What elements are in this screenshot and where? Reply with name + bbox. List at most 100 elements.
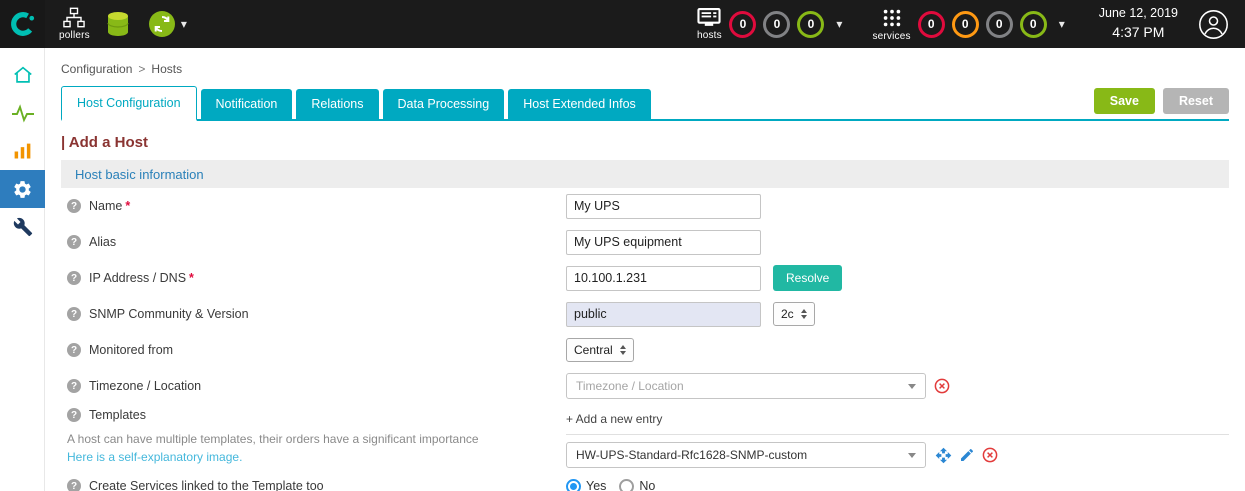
- breadcrumb-hosts[interactable]: Hosts: [151, 62, 182, 76]
- template-edit-button[interactable]: [959, 447, 975, 463]
- tab-host-extended-infos[interactable]: Host Extended Infos: [508, 89, 651, 119]
- main-content: Configuration > Hosts Host Configuration…: [45, 48, 1245, 491]
- add-template-link[interactable]: + Add a new entry: [566, 412, 662, 426]
- create-services-no-label[interactable]: No: [639, 479, 655, 491]
- hosts-down-badge[interactable]: 0: [729, 11, 756, 38]
- hosts-menu[interactable]: hosts: [696, 8, 722, 41]
- create-services-yes-radio[interactable]: [566, 479, 581, 491]
- hosts-icon: [696, 8, 722, 28]
- monitored-from-select[interactable]: Central: [566, 338, 634, 362]
- breadcrumb-configuration[interactable]: Configuration: [61, 62, 132, 76]
- form-row-templates: ? Templates A host can have multiple tem…: [61, 404, 1229, 468]
- snmp-label: SNMP Community & Version: [89, 307, 249, 321]
- create-services-label: Create Services linked to the Template t…: [89, 479, 324, 491]
- services-icon: [881, 7, 903, 29]
- create-services-yes-label[interactable]: Yes: [586, 479, 606, 491]
- clock-date: June 12, 2019: [1099, 5, 1178, 23]
- create-services-no-radio[interactable]: [619, 479, 634, 491]
- topbar-right: hosts 0 0 0 ▾ services 0 0 0 0 ▾ June: [696, 5, 1245, 42]
- help-icon[interactable]: ?: [67, 271, 81, 285]
- services-critical-badge[interactable]: 0: [918, 11, 945, 38]
- breadcrumb-separator: >: [138, 62, 145, 76]
- form-actions: Save Reset: [1094, 88, 1229, 119]
- help-icon[interactable]: ?: [67, 307, 81, 321]
- help-icon[interactable]: ?: [67, 408, 81, 422]
- hosts-unreachable-badge[interactable]: 0: [763, 11, 790, 38]
- help-icon[interactable]: ?: [67, 343, 81, 357]
- chevron-down-icon[interactable]: ▾: [1059, 18, 1065, 30]
- add-entry-row: + Add a new entry: [566, 408, 1229, 435]
- services-warning-badge[interactable]: 0: [952, 11, 979, 38]
- centreon-logo-icon: [9, 10, 37, 38]
- templates-help-link[interactable]: Here is a self-explanatory image.: [67, 450, 242, 466]
- pollers-menu[interactable]: pollers: [59, 7, 90, 41]
- services-status-group: services 0 0 0 0 ▾: [872, 7, 1064, 42]
- help-icon[interactable]: ?: [67, 379, 81, 393]
- tab-data-processing[interactable]: Data Processing: [383, 89, 505, 119]
- sidebar-item-monitoring[interactable]: [0, 94, 45, 132]
- template-combobox[interactable]: HW-UPS-Standard-Rfc1628-SNMP-custom: [566, 442, 926, 468]
- clear-circle-icon: [982, 447, 998, 463]
- sidebar-item-home[interactable]: [0, 56, 45, 94]
- form-row-snmp: ? SNMP Community & Version 2c: [61, 296, 1229, 332]
- snmp-community-input[interactable]: [566, 302, 761, 327]
- help-icon[interactable]: ?: [67, 199, 81, 213]
- templates-note: A host can have multiple templates, thei…: [67, 432, 479, 448]
- alias-input[interactable]: [566, 230, 761, 255]
- chevron-down-icon[interactable]: ▾: [836, 18, 842, 30]
- chevron-down-icon: [908, 453, 916, 458]
- database-status[interactable]: [106, 11, 130, 37]
- monitored-from-value: Central: [574, 343, 613, 357]
- required-asterisk: *: [125, 199, 130, 213]
- user-icon: [1198, 9, 1229, 40]
- centreon-logo[interactable]: [0, 0, 45, 48]
- services-ok-badge[interactable]: 0: [1020, 11, 1047, 38]
- template-entry: HW-UPS-Standard-Rfc1628-SNMP-custom: [566, 442, 1229, 468]
- hosts-up-badge[interactable]: 0: [797, 11, 824, 38]
- form-row-name: ? Name*: [61, 188, 1229, 224]
- templates-label: Templates: [89, 408, 146, 422]
- timezone-clear-button[interactable]: [934, 378, 950, 394]
- sync-status[interactable]: ▾: [148, 10, 187, 38]
- user-menu[interactable]: [1198, 9, 1229, 40]
- resolve-button[interactable]: Resolve: [773, 265, 842, 291]
- help-icon[interactable]: ?: [67, 479, 81, 491]
- template-value: HW-UPS-Standard-Rfc1628-SNMP-custom: [576, 448, 807, 462]
- ip-label: IP Address / DNS*: [89, 271, 194, 285]
- timezone-combobox[interactable]: Timezone / Location: [566, 373, 926, 399]
- tab-host-configuration[interactable]: Host Configuration: [61, 86, 197, 121]
- pollers-icon: [62, 7, 86, 28]
- services-unknown-badge[interactable]: 0: [986, 11, 1013, 38]
- save-button[interactable]: Save: [1094, 88, 1155, 114]
- services-label: services: [872, 31, 910, 42]
- form-row-timezone: ? Timezone / Location Timezone / Locatio…: [61, 368, 1229, 404]
- services-menu[interactable]: services: [872, 7, 910, 42]
- wrench-icon: [13, 217, 33, 237]
- breadcrumb: Configuration > Hosts: [61, 62, 1229, 76]
- pencil-icon: [959, 447, 975, 463]
- tab-notification[interactable]: Notification: [201, 89, 293, 119]
- reset-button[interactable]: Reset: [1163, 88, 1229, 114]
- sidebar-item-administration[interactable]: [0, 208, 45, 246]
- ip-input[interactable]: [566, 266, 761, 291]
- form-row-monitored-from: ? Monitored from Central: [61, 332, 1229, 368]
- chevron-down-icon[interactable]: ▾: [181, 18, 187, 30]
- alias-label: Alias: [89, 235, 116, 249]
- help-icon[interactable]: ?: [67, 235, 81, 249]
- required-asterisk: *: [189, 271, 194, 285]
- topbar: pollers ▾ hosts 0 0: [0, 0, 1245, 48]
- move-icon: [935, 447, 952, 464]
- sidebar: [0, 48, 45, 491]
- sidebar-item-configuration[interactable]: [0, 170, 45, 208]
- sync-icon: [148, 10, 176, 38]
- tab-relations[interactable]: Relations: [296, 89, 378, 119]
- template-delete-button[interactable]: [982, 447, 998, 463]
- name-input[interactable]: [566, 194, 761, 219]
- hosts-label: hosts: [697, 30, 722, 41]
- timezone-label: Timezone / Location: [89, 379, 201, 393]
- timezone-placeholder: Timezone / Location: [576, 379, 684, 393]
- sidebar-item-reporting[interactable]: [0, 132, 45, 170]
- monitored-from-label: Monitored from: [89, 343, 173, 357]
- snmp-version-select[interactable]: 2c: [773, 302, 815, 326]
- template-move-handle[interactable]: [935, 447, 952, 464]
